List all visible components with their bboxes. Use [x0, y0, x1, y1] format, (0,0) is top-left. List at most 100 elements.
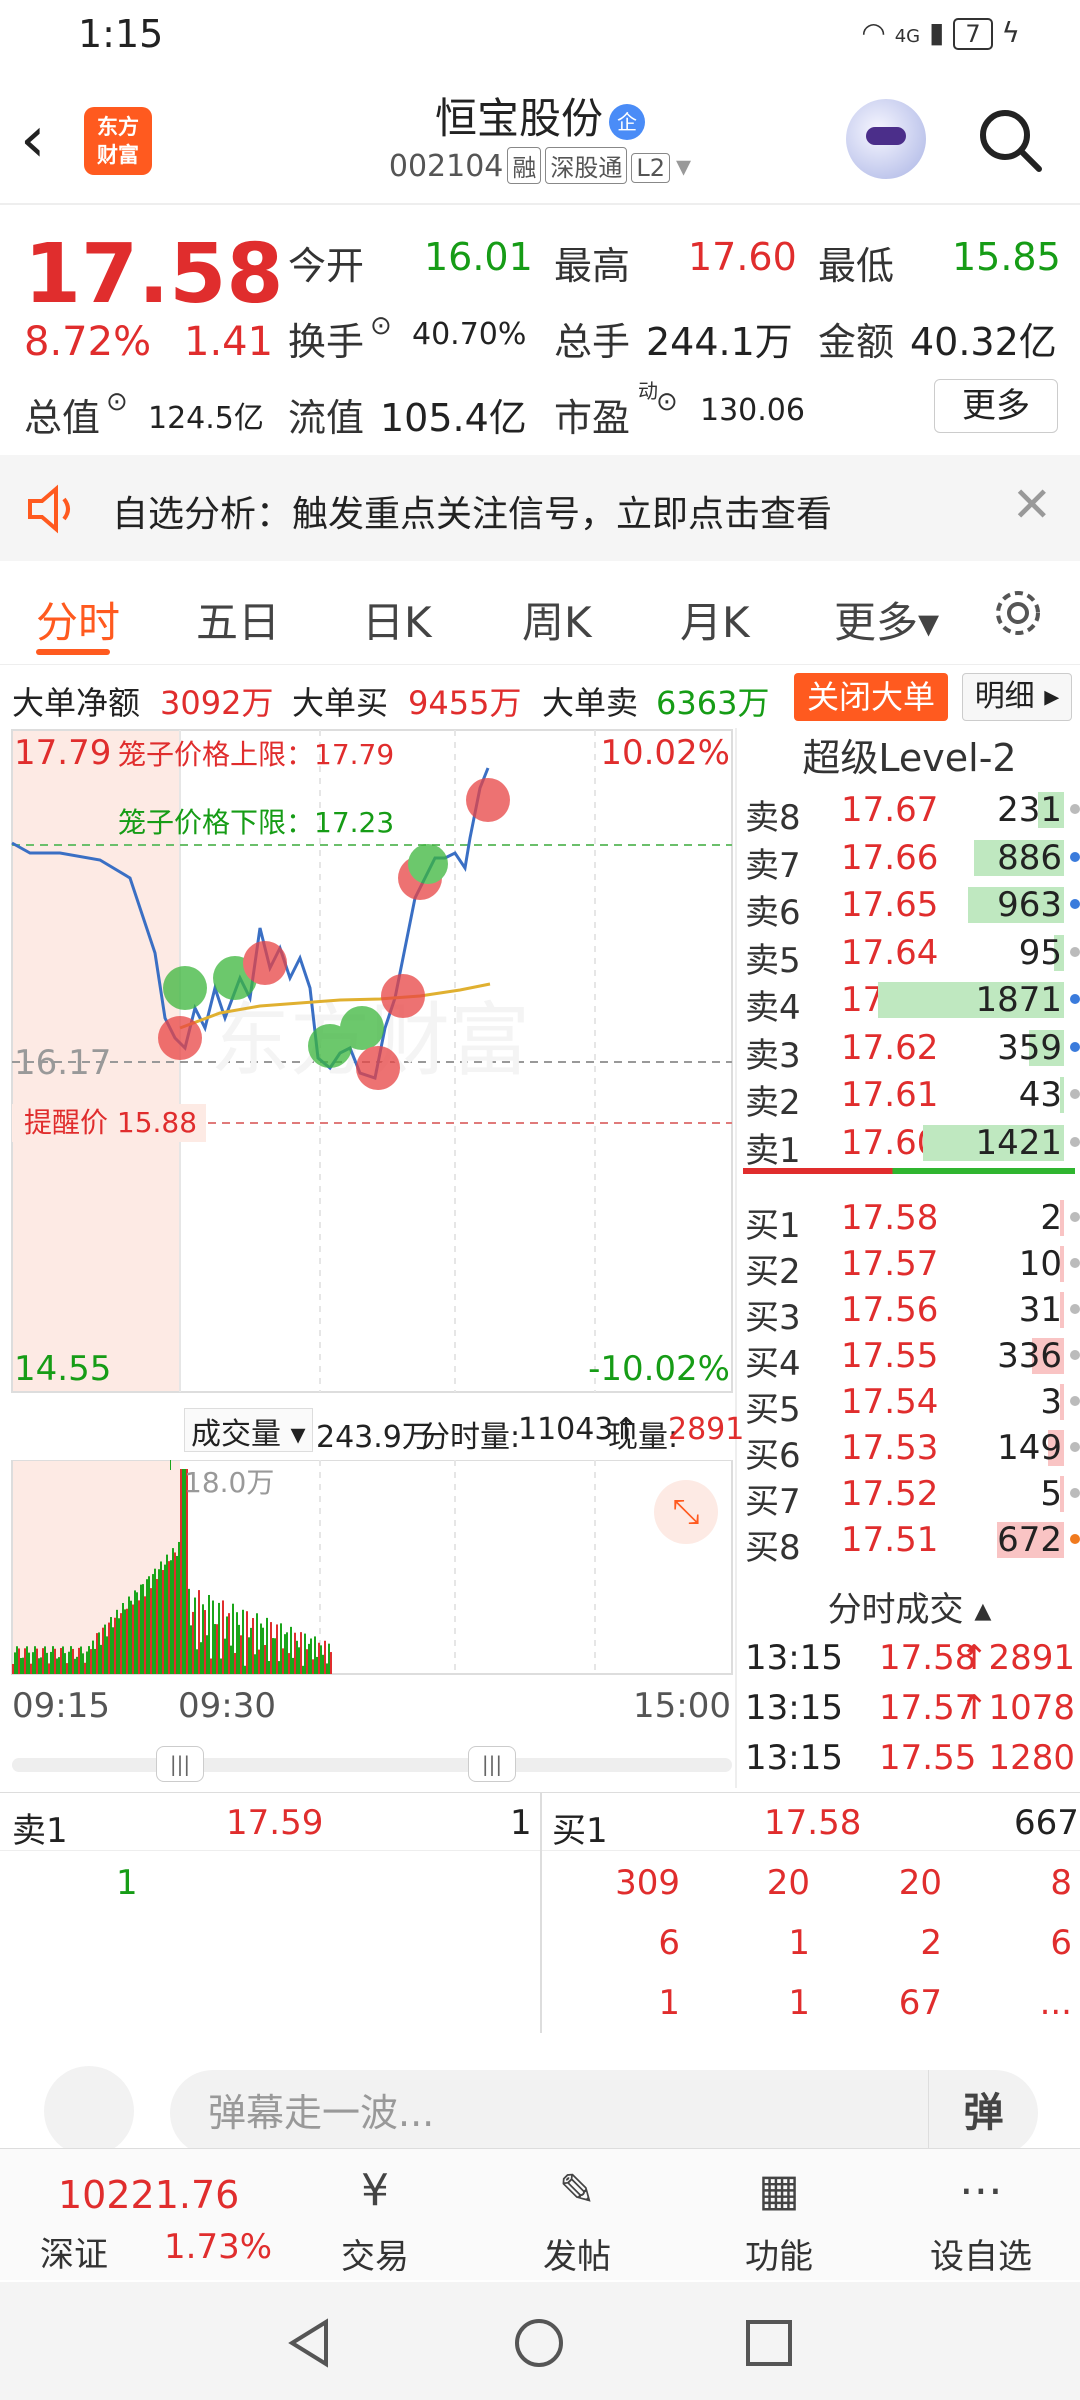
sell-row[interactable]: 卖3 17.62 359	[737, 1024, 1080, 1076]
recents-square-icon[interactable]	[742, 2316, 796, 2370]
volume-chart[interactable]: 18.0万 ⤡	[0, 1459, 735, 1676]
nav-features[interactable]: ▦ 功能	[704, 2149, 854, 2281]
volume-selector[interactable]: 成交量 ▾	[184, 1408, 313, 1452]
time-range-slider[interactable]: ||| |||	[0, 1736, 735, 1792]
buy-row[interactable]: 买2 17.57 10	[737, 1240, 1080, 1292]
buy-row[interactable]: 买7 17.52 5	[737, 1470, 1080, 1522]
sell-row[interactable]: 卖8 17.67 231	[737, 786, 1080, 838]
queue-buy-count: 667	[1014, 1803, 1079, 1843]
volume-bar	[34, 1646, 36, 1674]
volume-bar	[124, 1609, 126, 1674]
info-icon[interactable]: ⊙	[656, 387, 678, 417]
analysis-banner[interactable]: 自选分析：触发重点关注信号，立即点击查看 ✕	[0, 455, 1080, 561]
info-icon[interactable]: ⊙	[106, 387, 128, 417]
volume-bar	[292, 1657, 294, 1674]
volume-bar	[252, 1618, 254, 1674]
volume-bar	[242, 1609, 244, 1674]
sell-volume: 1871	[975, 980, 1062, 1020]
book-divider	[743, 1168, 1075, 1174]
slider-handle-right[interactable]: |||	[468, 1746, 516, 1782]
more-button[interactable]: 更多	[934, 379, 1058, 433]
danmu-settings-icon[interactable]	[44, 2066, 134, 2156]
tick-trades-title[interactable]: 分时成交 ▴	[737, 1582, 1080, 1631]
sell-volume: 43	[1018, 1075, 1062, 1115]
queue-buy-item: 1	[788, 1923, 810, 1963]
search-icon[interactable]	[975, 105, 1045, 175]
top-pct-label: 10.02%	[600, 733, 730, 773]
index-name: 深证	[40, 2235, 108, 2275]
sell-row[interactable]: 卖2 17.61 43	[737, 1071, 1080, 1123]
volume-bar	[160, 1561, 162, 1674]
bottom-price-label: 14.55	[14, 1349, 111, 1389]
sell-row[interactable]: 卖1 17.60 1421	[737, 1119, 1080, 1171]
buy-row[interactable]: 买6 17.53 149	[737, 1424, 1080, 1476]
expand-icon[interactable]: ⤡	[654, 1480, 718, 1544]
level2-title[interactable]: 超级Level-2	[737, 728, 1080, 788]
tab-intraday[interactable]: 分时	[36, 589, 120, 650]
danmu-toggle-button[interactable]: 弹	[928, 2070, 1038, 2156]
speaker-icon	[28, 484, 70, 534]
close-big-order-button[interactable]: 关闭大单	[794, 673, 948, 721]
sell-price: 17.62	[841, 1027, 939, 1068]
info-icon[interactable]: ⊙	[370, 311, 392, 341]
sell-row[interactable]: 卖7 17.66 886	[737, 834, 1080, 886]
volume-bar	[276, 1624, 278, 1674]
upper-limit-label: 笼子价格上限：17.79	[118, 738, 394, 771]
sell-price: 17.65	[841, 885, 939, 925]
net-value: 3092万	[160, 684, 274, 722]
nav-add-watchlist[interactable]: ⋯ 设自选	[906, 2149, 1056, 2281]
danmu-input[interactable]: 弹幕走一波...	[170, 2070, 1038, 2156]
volume-bar	[72, 1648, 74, 1674]
turnover-label: 换手	[288, 320, 365, 364]
nav-post[interactable]: ✎ 发帖	[502, 2149, 652, 2281]
volume-bar	[202, 1604, 204, 1674]
tab-monthly-k[interactable]: 月K	[680, 589, 750, 650]
time-label-930: 09:30	[178, 1686, 276, 1726]
volume-bar	[22, 1657, 24, 1674]
tick-time: 13:15	[745, 1688, 843, 1728]
sell-row[interactable]: 卖417.631871	[737, 976, 1080, 1028]
alert-price-label[interactable]: 提醒价 15.88	[24, 1106, 197, 1139]
buy-row[interactable]: 买4 17.55 336	[737, 1332, 1080, 1384]
close-icon[interactable]: ✕	[1012, 477, 1052, 533]
sell-row[interactable]: 卖6 17.65 963	[737, 881, 1080, 933]
buy-row[interactable]: 买5 17.54 3	[737, 1378, 1080, 1430]
status-time: 1:15	[78, 12, 164, 56]
danmu-bar: 弹幕走一波... 弹	[0, 2040, 1080, 2156]
volume-bar	[56, 1658, 58, 1674]
buy-price: 17.53	[841, 1428, 939, 1468]
buy-price: 17.51	[841, 1520, 939, 1560]
tab-weekly-k[interactable]: 周K	[522, 589, 592, 650]
sell-label: 卖3	[745, 1035, 801, 1076]
buy-row[interactable]: 买8 17.51 672	[737, 1516, 1080, 1568]
tab-five-day[interactable]: 五日	[196, 589, 280, 650]
sell-row[interactable]: 卖5 17.64 95	[737, 929, 1080, 981]
nav-trade[interactable]: ¥ 交易	[300, 2149, 450, 2281]
gear-icon[interactable]	[990, 585, 1046, 641]
detail-button[interactable]: 明细 ▸	[962, 673, 1072, 721]
intraday-chart[interactable]: 东方财富 17.79 笼子价格上限：17.79 10.02% 笼子价格下限：17…	[0, 728, 735, 1398]
sell-volume: 231	[997, 790, 1062, 830]
home-circle-icon[interactable]	[512, 2316, 566, 2370]
tab-more[interactable]: 更多▾	[834, 589, 939, 650]
volume-bar	[254, 1654, 256, 1674]
buy-row[interactable]: 买1 17.58 2	[737, 1194, 1080, 1246]
slider-handle-left[interactable]: |||	[156, 1746, 204, 1782]
dot-marker-icon	[1070, 1258, 1080, 1268]
signal-icon: ▮	[929, 16, 945, 49]
volume-bar	[280, 1623, 282, 1674]
sell-label: 卖8	[745, 798, 801, 838]
buy-row[interactable]: 买3 17.56 31	[737, 1286, 1080, 1338]
back-triangle-icon[interactable]	[282, 2316, 336, 2370]
volume-bar	[214, 1624, 216, 1674]
sell-volume: 359	[997, 1027, 1062, 1068]
volume-bar	[302, 1665, 304, 1674]
index-widget[interactable]: 10221.76 深证 1.73%	[0, 2149, 300, 2281]
volume-bar	[152, 1574, 154, 1674]
volume-bar	[112, 1627, 114, 1674]
robot-assistant-icon[interactable]	[846, 99, 926, 179]
volume-bar	[176, 1555, 178, 1674]
change-percent: 8.72%	[24, 319, 152, 365]
tab-daily-k[interactable]: 日K	[362, 589, 432, 650]
volume-bar	[198, 1590, 200, 1674]
